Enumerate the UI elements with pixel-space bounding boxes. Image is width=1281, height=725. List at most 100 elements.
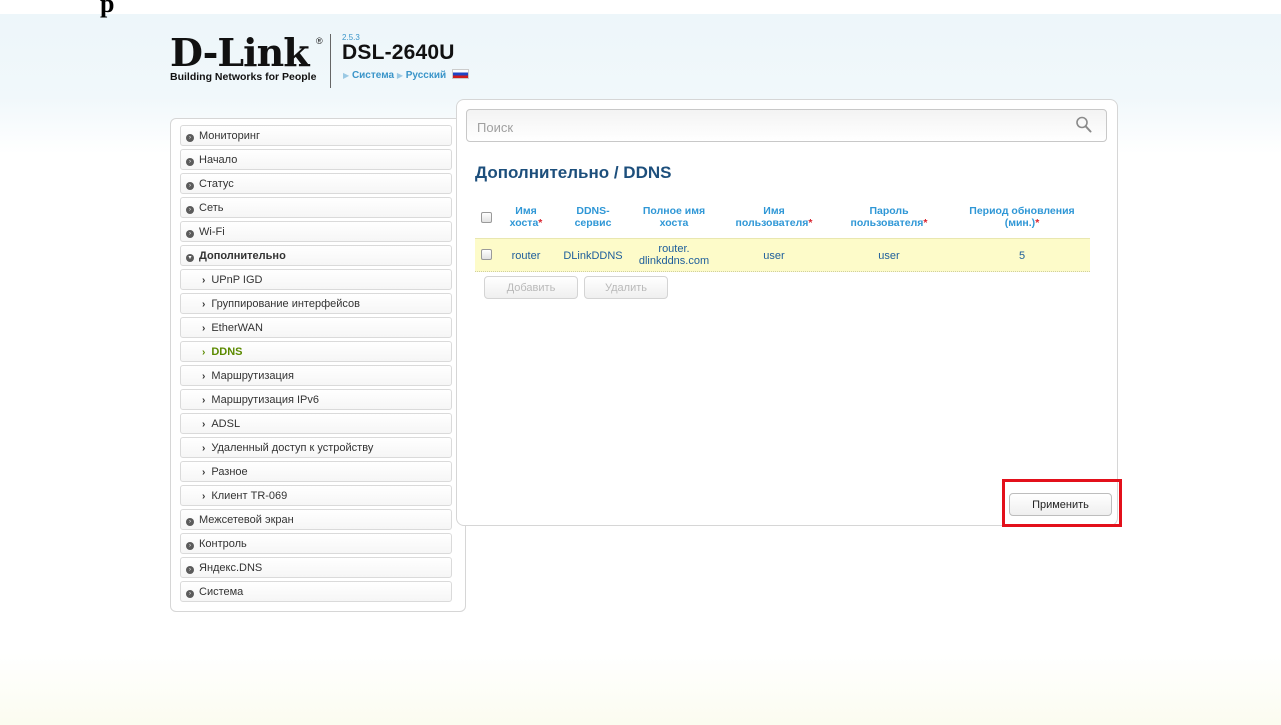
sidebar-item[interactable]: › Сеть	[180, 197, 452, 218]
chevron-right-icon: ›	[202, 299, 206, 310]
sidebar-item[interactable]: › Маршрутизация	[180, 365, 452, 386]
search-icon[interactable]	[1074, 115, 1094, 135]
column-header-password-line2: пользователя	[850, 217, 924, 229]
chevron-right-icon: ›	[202, 467, 206, 478]
column-header-password-line1: Пароль	[869, 205, 909, 217]
sidebar-item[interactable]: › Статус	[180, 173, 452, 194]
page-title: Дополнительно / DDNS	[475, 163, 672, 182]
sidebar-item[interactable]: › Межсетевой экран	[180, 509, 452, 530]
chevron-right-icon: ›	[202, 395, 206, 406]
table-row[interactable]: router DLinkDDNS router. dlinkddns.com u…	[475, 238, 1090, 272]
column-header-username-line1: Имя	[763, 205, 785, 217]
collapsed-circle-icon: ›	[186, 182, 194, 190]
sidebar-item[interactable]: › Разное	[180, 461, 452, 482]
column-header-host-line1: Имя	[515, 205, 537, 217]
sidebar-item[interactable]: › Группирование интерфейсов	[180, 293, 452, 314]
sidebar-item-label: UPnP IGD	[211, 274, 263, 286]
sidebar-item-label: Разное	[211, 466, 248, 478]
chevron-right-icon: ›	[202, 275, 206, 286]
cell-period: 5	[1018, 250, 1026, 262]
expanded-circle-icon: ▾	[186, 254, 194, 262]
sidebar-item-label: EtherWAN	[211, 322, 263, 334]
sidebar-item-label: Маршрутизация IPv6	[211, 394, 319, 406]
sidebar-item[interactable]: › UPnP IGD	[180, 269, 452, 290]
search-box	[466, 109, 1107, 142]
header-divider	[330, 34, 331, 88]
column-header-host: Имя хоста*	[497, 205, 555, 229]
sidebar: › Мониторинг › Начало › Статус › Сеть › Wi-Fi ▾ Доп…	[170, 118, 466, 612]
sidebar-item-label: Мониторинг	[199, 130, 261, 142]
required-mark: *	[808, 217, 813, 229]
collapsed-circle-icon: ›	[186, 590, 194, 598]
required-mark: *	[538, 217, 543, 229]
sidebar-item[interactable]: › Wi-Fi	[180, 221, 452, 242]
sidebar-item[interactable]: › Удаленный доступ к устройству	[180, 437, 452, 458]
cell-fqdn-line1: router.	[658, 243, 690, 255]
sidebar-item-label: DDNS	[211, 346, 243, 358]
chevron-right-icon: ›	[202, 491, 206, 502]
cell-username: user	[763, 250, 785, 262]
sidebar-item[interactable]: › DDNS	[180, 341, 452, 362]
collapsed-circle-icon: ›	[186, 566, 194, 574]
sidebar-item-label: Сеть	[199, 202, 224, 214]
column-header-service-line1: DDNS-	[576, 205, 610, 217]
column-header-service-line2: сервис	[574, 217, 612, 229]
sidebar-item[interactable]: › Начало	[180, 149, 452, 170]
column-header-host-line2: хоста	[509, 217, 539, 229]
sidebar-item[interactable]: › Контроль	[180, 533, 452, 554]
row-checkbox[interactable]	[481, 249, 492, 260]
sidebar-item-label: Межсетевой экран	[199, 514, 294, 526]
russian-flag-icon[interactable]	[451, 69, 469, 79]
cell-password: user	[878, 250, 900, 262]
sidebar-item[interactable]: ▾ Дополнительно	[180, 245, 452, 266]
sidebar-item-label: Удаленный доступ к устройству	[211, 442, 374, 454]
sidebar-item[interactable]: › Маршрутизация IPv6	[180, 389, 452, 410]
sidebar-item[interactable]: › Система	[180, 581, 452, 602]
sidebar-item-label: Группирование интерфейсов	[211, 298, 360, 310]
cell-fqdn-line2: dlinkddns.com	[638, 255, 710, 267]
collapsed-circle-icon: ›	[186, 158, 194, 166]
model-name: DSL-2640U	[342, 41, 455, 64]
collapsed-circle-icon: ›	[186, 134, 194, 142]
breadcrumb-system-link[interactable]: Система	[352, 70, 394, 81]
sidebar-item-label: ADSL	[211, 418, 241, 430]
sidebar-item[interactable]: › ADSL	[180, 413, 452, 434]
table-header: Имя хоста* DDNS- сервис Полное имя хоста…	[475, 205, 1090, 239]
breadcrumb-arrow-icon: ▶	[343, 71, 350, 80]
chevron-right-icon: ›	[202, 371, 206, 382]
sidebar-item[interactable]: › Клиент TR-069	[180, 485, 452, 506]
sidebar-item[interactable]: › Мониторинг	[180, 125, 452, 146]
breadcrumb-language-link[interactable]: Русский	[406, 70, 446, 81]
sidebar-item-label: Wi-Fi	[199, 226, 225, 238]
column-header-username-line2: пользователя	[735, 217, 809, 229]
collapsed-circle-icon: ›	[186, 206, 194, 214]
cell-service: DLinkDDNS	[563, 250, 623, 262]
top-text-fragment: p	[100, 0, 115, 18]
column-header-fqdn-line1: Полное имя	[642, 205, 706, 217]
required-mark: *	[1035, 217, 1040, 229]
dlink-logo: D-Link ® Building Networks for People	[170, 30, 330, 86]
sidebar-item-label: Клиент TR-069	[211, 490, 288, 502]
column-header-fqdn-line2: хоста	[659, 217, 689, 229]
delete-button[interactable]: Удалить	[584, 276, 668, 299]
sidebar-item-label: Дополнительно	[199, 250, 286, 262]
sidebar-item[interactable]: › EtherWAN	[180, 317, 452, 338]
add-button[interactable]: Добавить	[484, 276, 578, 299]
collapsed-circle-icon: ›	[186, 518, 194, 526]
logo-registered-mark: ®	[316, 36, 323, 46]
sidebar-item-label: Система	[199, 586, 244, 598]
sidebar-item-label: Контроль	[199, 538, 247, 550]
column-header-service: DDNS- сервис	[557, 205, 629, 229]
sidebar-item[interactable]: › Яндекс.DNS	[180, 557, 452, 578]
select-all-checkbox[interactable]	[481, 212, 492, 223]
required-mark: *	[923, 217, 928, 229]
breadcrumb: ▶ Система ▶ Русский	[343, 69, 469, 81]
chevron-right-icon: ›	[202, 419, 206, 430]
breadcrumb-arrow-icon: ▶	[396, 71, 403, 80]
sidebar-menu: › Мониторинг › Начало › Статус › Сеть › Wi-Fi ▾ Доп…	[180, 125, 452, 605]
logo-wordmark: D-Link	[170, 30, 310, 75]
column-header-period: Период обновления (мин.)*	[955, 205, 1089, 229]
sidebar-item-label: Начало	[199, 154, 238, 166]
search-input[interactable]	[475, 116, 1069, 138]
column-header-username: Имя пользователя*	[725, 205, 823, 229]
